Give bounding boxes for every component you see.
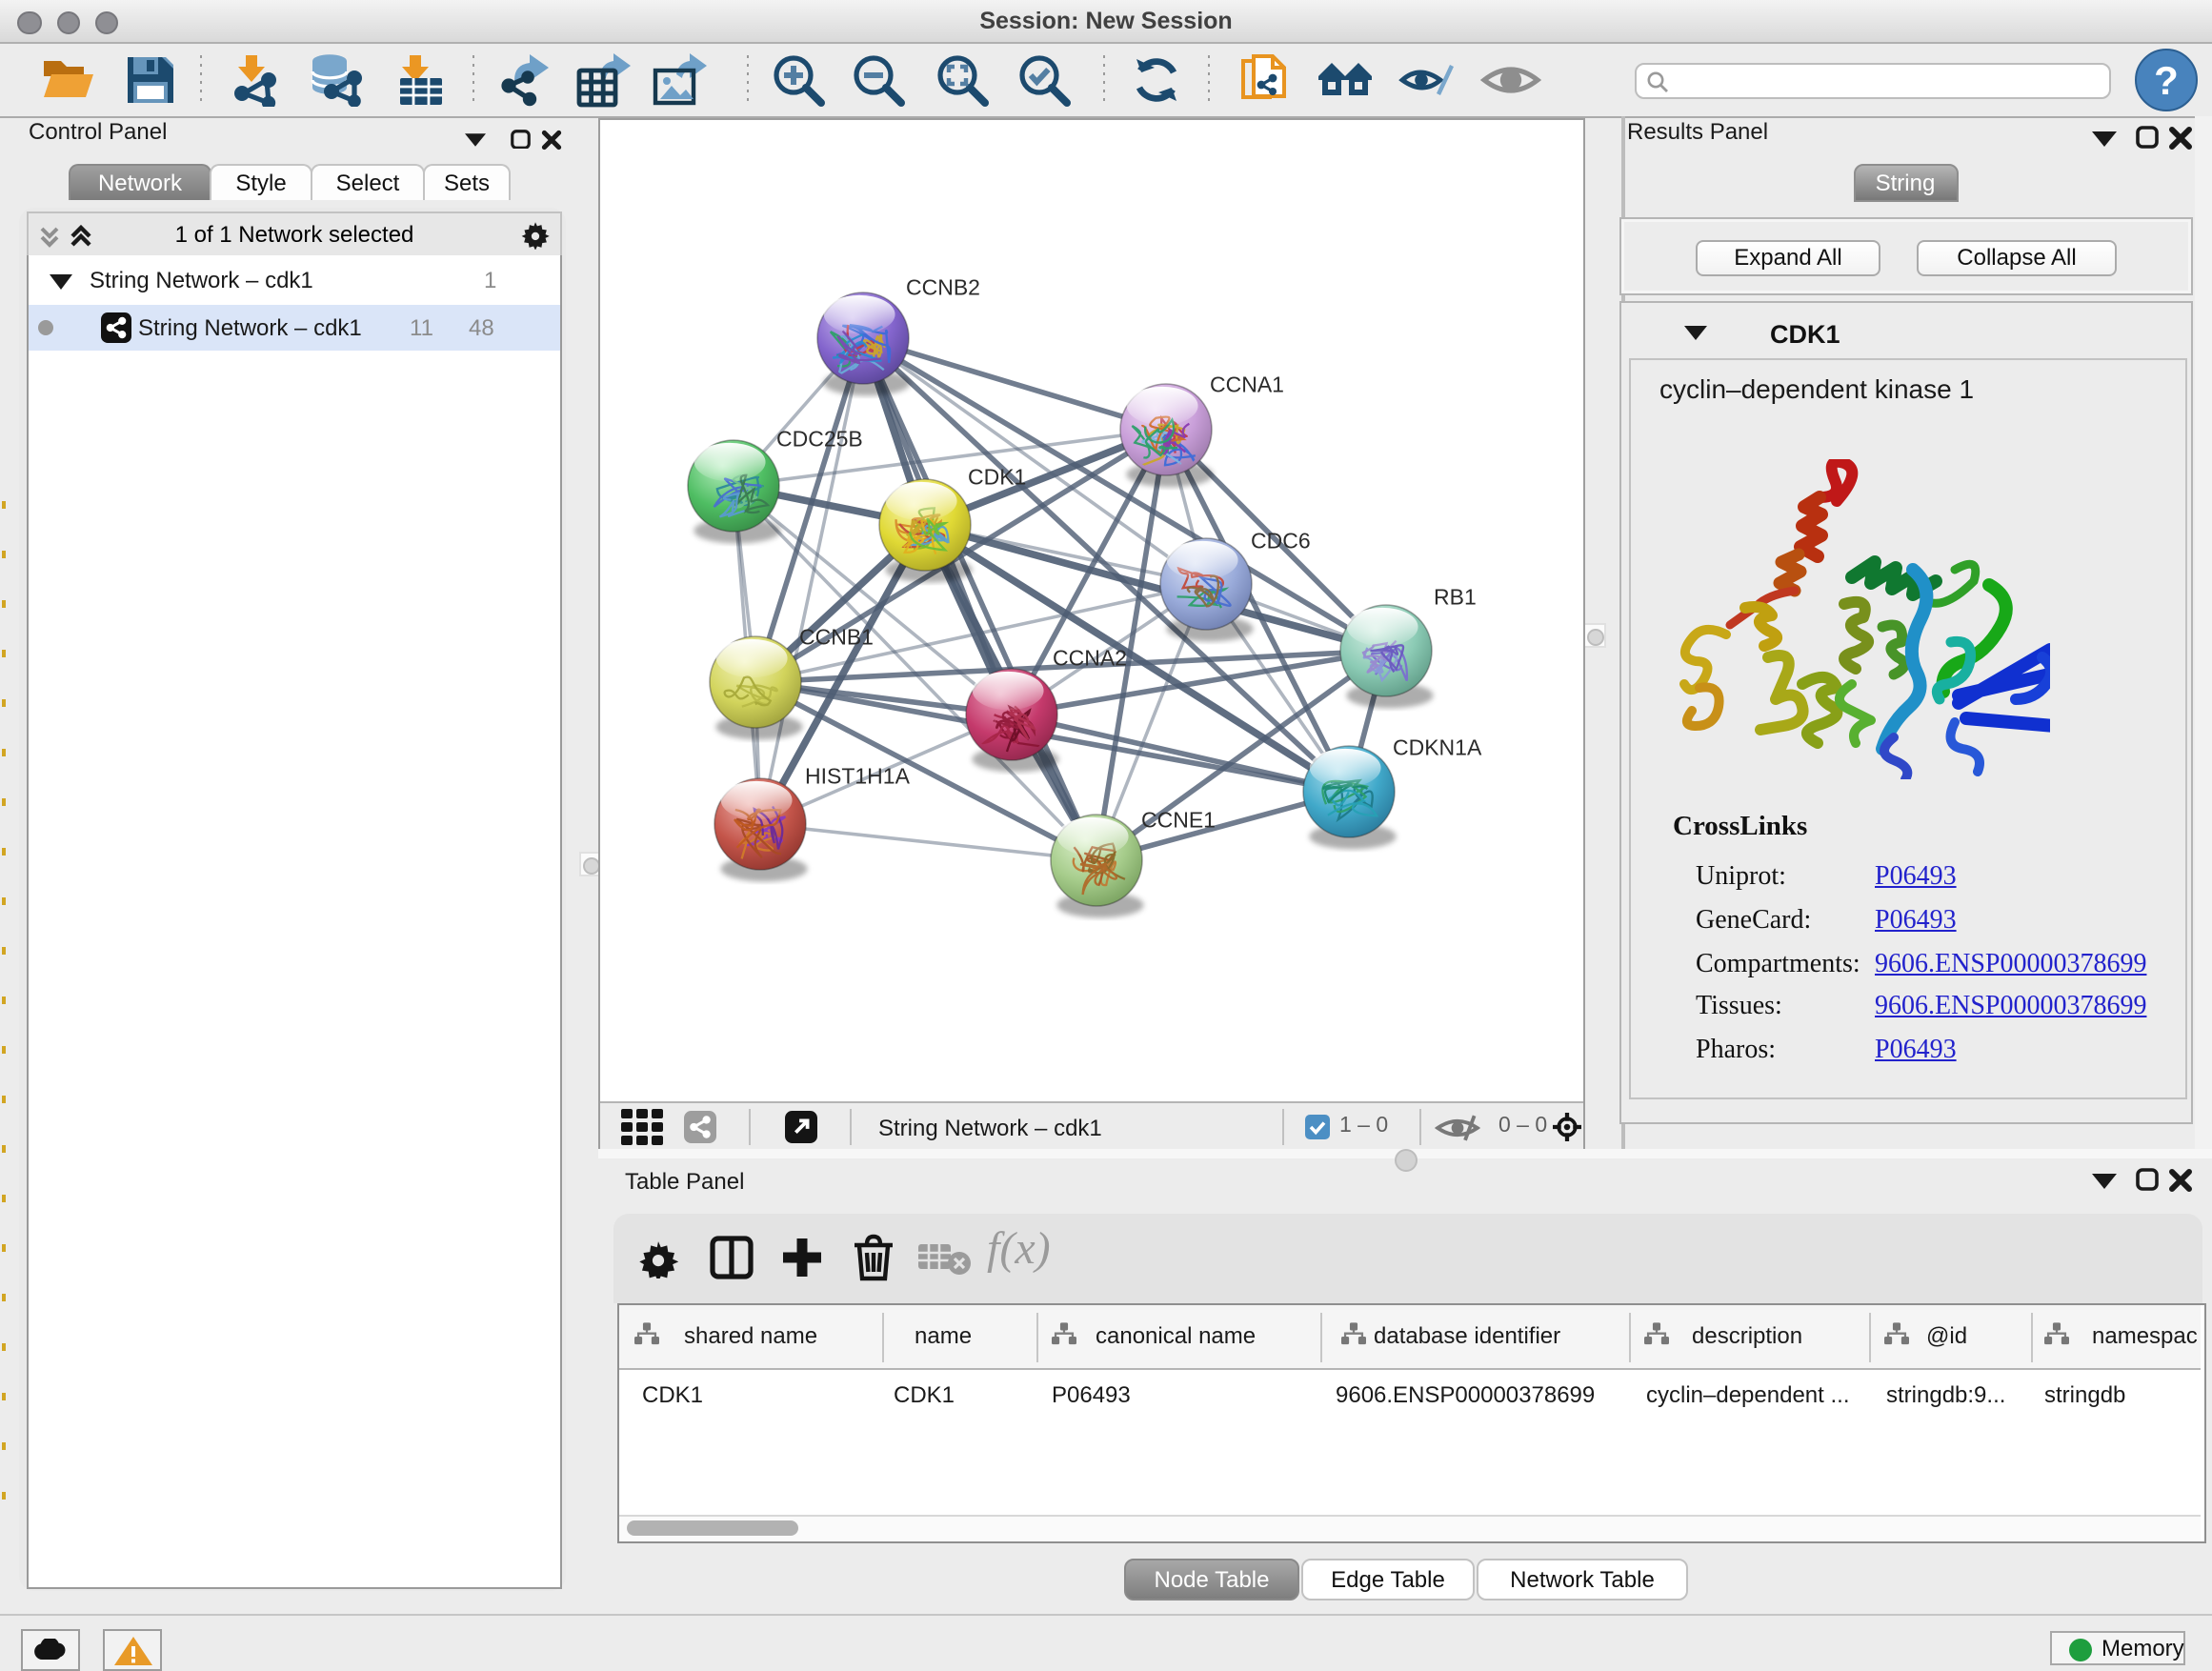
svg-text:CCNA1: CCNA1 — [1210, 372, 1284, 396]
svg-text:CCNE1: CCNE1 — [1141, 807, 1216, 832]
svg-text:HIST1H1A: HIST1H1A — [805, 763, 911, 788]
svg-text:CDK1: CDK1 — [968, 464, 1026, 489]
svg-text:CDC6: CDC6 — [1251, 528, 1311, 553]
svg-text:CCNB2: CCNB2 — [906, 274, 980, 299]
svg-text:CDC25B: CDC25B — [776, 426, 863, 451]
svg-text:RB1: RB1 — [1434, 584, 1477, 609]
svg-text:CDKN1A: CDKN1A — [1393, 735, 1482, 759]
svg-text:CCNB1: CCNB1 — [799, 624, 874, 649]
svg-text:?: ? — [2154, 58, 2179, 103]
svg-text:CCNA2: CCNA2 — [1053, 645, 1127, 670]
